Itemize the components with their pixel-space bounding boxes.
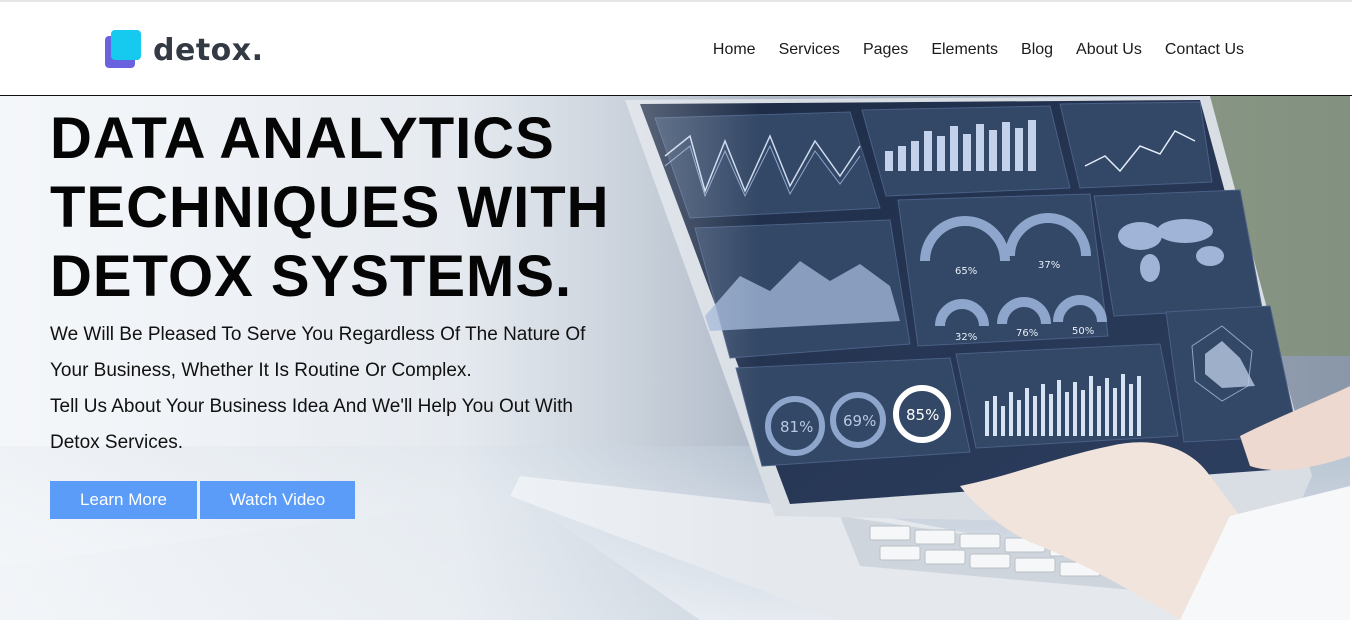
svg-text:81%: 81% bbox=[780, 418, 813, 436]
hero-description: We Will Be Pleased To Serve You Regardle… bbox=[50, 317, 650, 461]
svg-text:65%: 65% bbox=[955, 266, 977, 277]
nav-about-us[interactable]: About Us bbox=[1076, 40, 1142, 60]
description-line: Your Business, Whether It Is Routine Or … bbox=[50, 360, 472, 381]
stacked-squares-logo-icon bbox=[105, 30, 143, 70]
description-line: We Will Be Pleased To Serve You Regardle… bbox=[50, 324, 586, 345]
brand-name: detox. bbox=[153, 32, 264, 68]
hero-headline: DATA ANALYTICS TECHNIQUES WITH DETOX SYS… bbox=[50, 104, 690, 311]
learn-more-button[interactable]: Learn More bbox=[50, 481, 197, 519]
nav-elements[interactable]: Elements bbox=[931, 40, 998, 60]
headline-line: TECHNIQUES WITH bbox=[50, 175, 610, 240]
headline-line: DETOX SYSTEMS. bbox=[50, 244, 573, 309]
watch-video-button[interactable]: Watch Video bbox=[200, 481, 355, 519]
svg-text:69%: 69% bbox=[843, 412, 876, 430]
headline-line: DATA ANALYTICS bbox=[50, 106, 555, 171]
svg-text:37%: 37% bbox=[1038, 260, 1060, 271]
description-line: Detox Services. bbox=[50, 432, 184, 453]
svg-text:76%: 76% bbox=[1016, 328, 1038, 339]
svg-text:50%: 50% bbox=[1072, 326, 1094, 337]
nav-pages[interactable]: Pages bbox=[863, 40, 908, 60]
nav-contact-us[interactable]: Contact Us bbox=[1165, 40, 1244, 60]
hero-section: 65% 37% 32% 76% 50% 81% 69% 85% DATA ANA… bbox=[0, 96, 1350, 620]
description-line: Tell Us About Your Business Idea And We'… bbox=[50, 396, 573, 417]
main-nav: Home Services Pages Elements Blog About … bbox=[690, 40, 1244, 60]
nav-blog[interactable]: Blog bbox=[1021, 40, 1053, 60]
svg-text:85%: 85% bbox=[906, 406, 939, 424]
brand-logo[interactable]: detox. bbox=[105, 28, 264, 72]
svg-text:32%: 32% bbox=[955, 332, 977, 343]
nav-services[interactable]: Services bbox=[779, 40, 840, 60]
site-header: detox. Home Services Pages Elements Blog… bbox=[0, 0, 1352, 96]
nav-home[interactable]: Home bbox=[713, 40, 756, 60]
